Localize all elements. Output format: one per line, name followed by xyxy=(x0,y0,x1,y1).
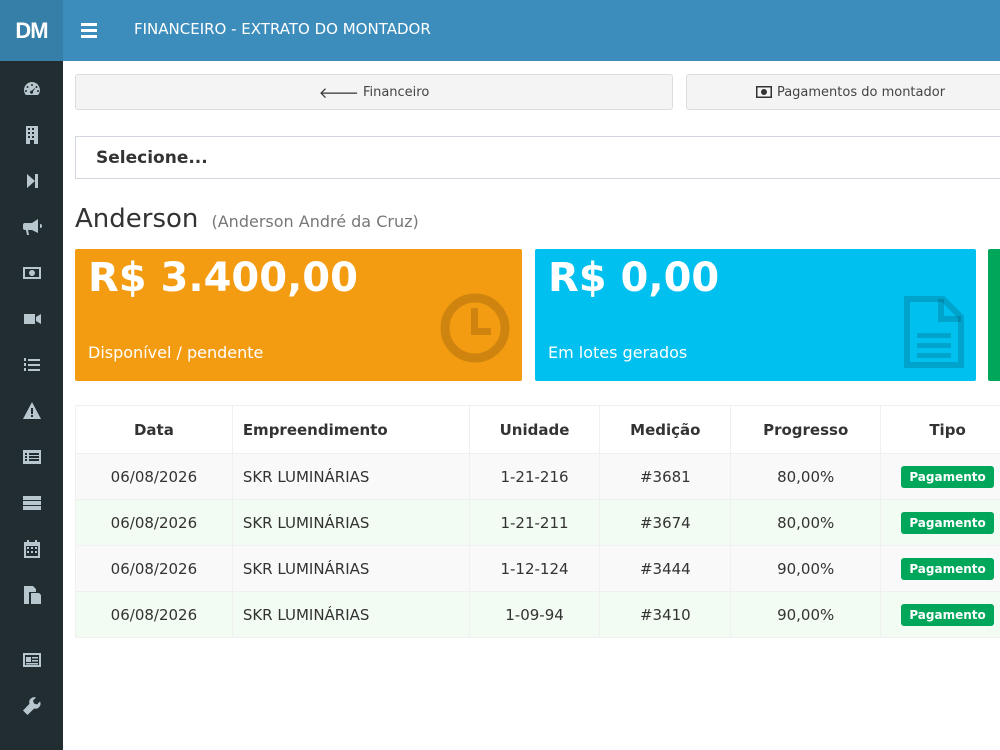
file-text-icon xyxy=(904,296,964,368)
montador-select[interactable]: Selecione... xyxy=(75,136,1000,179)
table-row: 06/08/2026 SKR LUMINÁRIAS 1-12-124 #3444… xyxy=(75,545,1000,592)
id-card-icon xyxy=(22,653,41,667)
sidebar-item-warning[interactable] xyxy=(0,388,63,434)
sidebar-item-list[interactable] xyxy=(0,342,63,388)
menu-toggle-icon[interactable] xyxy=(81,20,99,40)
app-logo[interactable]: DM xyxy=(0,0,63,61)
cell-unidade: 1-09-94 xyxy=(468,591,601,638)
step-forward-icon xyxy=(26,174,38,188)
cell-tipo: Pagamento xyxy=(880,545,1000,592)
batch-generated-box: R$ 0,00 Em lotes gerados xyxy=(535,249,976,381)
dashboard-icon xyxy=(23,82,40,95)
cell-unidade: 1-12-124 xyxy=(468,545,601,592)
profile-full-name: (Anderson André da Cruz) xyxy=(211,212,419,231)
sidebar-item-building[interactable] xyxy=(0,112,63,158)
cell-progresso: 80,00% xyxy=(730,499,882,546)
video-camera-icon xyxy=(23,314,41,324)
page-title: FINANCEIRO - EXTRATO DO MONTADOR xyxy=(134,20,431,38)
cell-tipo: Pagamento xyxy=(880,499,1000,546)
bullhorn-icon xyxy=(22,219,42,235)
table-row: 06/08/2026 SKR LUMINÁRIAS 1-21-216 #3681… xyxy=(75,453,1000,500)
cell-medicao: #3410 xyxy=(599,591,732,638)
payments-label: Pagamentos do montador xyxy=(776,84,946,100)
clock-icon xyxy=(440,293,510,363)
column-header-tipo[interactable]: Tipo xyxy=(880,405,1000,454)
cell-empreendimento: SKR LUMINÁRIAS xyxy=(231,545,470,592)
cell-medicao: #3444 xyxy=(599,545,732,592)
warning-icon xyxy=(22,402,41,419)
column-header-empreendimento[interactable]: Empreendimento xyxy=(231,405,470,454)
available-balance-box: R$ 3.400,00 Disponível / pendente xyxy=(75,249,522,381)
money-icon xyxy=(755,86,772,98)
list-alt-icon xyxy=(22,450,41,464)
sidebar xyxy=(0,61,63,750)
cell-medicao: #3674 xyxy=(599,499,732,546)
cell-tipo: Pagamento xyxy=(880,591,1000,638)
third-summary-box xyxy=(988,249,1000,381)
column-header-data[interactable]: Data xyxy=(75,405,233,454)
back-financeiro-label: Financeiro xyxy=(362,84,430,100)
sidebar-item-id-card[interactable] xyxy=(0,637,63,683)
profile-heading: Anderson (Anderson André da Cruz) xyxy=(75,204,419,234)
cell-empreendimento: SKR LUMINÁRIAS xyxy=(231,591,470,638)
sidebar-item-wrench[interactable] xyxy=(0,683,63,729)
copy-icon xyxy=(23,586,41,604)
cell-data: 06/08/2026 xyxy=(75,591,233,638)
table-row: 06/08/2026 SKR LUMINÁRIAS 1-21-211 #3674… xyxy=(75,499,1000,546)
cell-tipo: Pagamento xyxy=(880,453,1000,500)
cell-empreendimento: SKR LUMINÁRIAS xyxy=(231,499,470,546)
sidebar-item-video[interactable] xyxy=(0,296,63,342)
tipo-badge: Pagamento xyxy=(901,557,994,580)
tipo-badge: Pagamento xyxy=(901,511,994,534)
cell-progresso: 80,00% xyxy=(730,453,882,500)
back-financeiro-button[interactable]: 🡐 Financeiro xyxy=(75,74,673,110)
column-header-medicao[interactable]: Medição xyxy=(599,405,732,454)
batch-label: Em lotes gerados xyxy=(548,343,688,362)
building-icon xyxy=(25,126,38,144)
top-navbar: FINANCEIRO - EXTRATO DO MONTADOR xyxy=(63,0,1000,61)
available-amount: R$ 3.400,00 xyxy=(88,255,358,301)
list-ordered-icon xyxy=(23,358,40,371)
cell-data: 06/08/2026 xyxy=(75,499,233,546)
cell-progresso: 90,00% xyxy=(730,545,882,592)
cell-unidade: 1-21-211 xyxy=(468,499,601,546)
column-header-progresso[interactable]: Progresso xyxy=(730,405,882,454)
profile-name: Anderson xyxy=(75,204,199,234)
column-header-unidade[interactable]: Unidade xyxy=(468,405,601,454)
sidebar-item-server[interactable] xyxy=(0,480,63,526)
payments-button[interactable]: Pagamentos do montador xyxy=(686,74,1000,110)
sidebar-item-step-forward[interactable] xyxy=(0,158,63,204)
calendar-icon xyxy=(23,540,40,558)
sidebar-item-copy[interactable] xyxy=(0,572,63,618)
wrench-icon xyxy=(22,697,40,715)
extrato-table: Data Empreendimento Unidade Medição Prog… xyxy=(75,405,1000,638)
select-value: Selecione... xyxy=(96,147,208,168)
cell-empreendimento: SKR LUMINÁRIAS xyxy=(231,453,470,500)
sidebar-item-calendar[interactable] xyxy=(0,526,63,572)
cell-progresso: 90,00% xyxy=(730,591,882,638)
tipo-badge: Pagamento xyxy=(901,465,994,488)
sidebar-item-money[interactable] xyxy=(0,250,63,296)
cell-data: 06/08/2026 xyxy=(75,453,233,500)
cell-medicao: #3681 xyxy=(599,453,732,500)
cell-unidade: 1-21-216 xyxy=(468,453,601,500)
server-icon xyxy=(22,496,41,510)
money-icon xyxy=(22,267,41,279)
arrow-left-icon: 🡐 xyxy=(318,83,359,102)
table-header-row: Data Empreendimento Unidade Medição Prog… xyxy=(75,405,1000,454)
tipo-badge: Pagamento xyxy=(901,603,994,626)
sidebar-item-list-alt[interactable] xyxy=(0,434,63,480)
cell-data: 06/08/2026 xyxy=(75,545,233,592)
available-label: Disponível / pendente xyxy=(88,343,264,362)
table-row: 06/08/2026 SKR LUMINÁRIAS 1-09-94 #3410 … xyxy=(75,591,1000,638)
sidebar-item-dashboard[interactable] xyxy=(0,66,63,112)
sidebar-item-bullhorn[interactable] xyxy=(0,204,63,250)
batch-amount: R$ 0,00 xyxy=(548,255,720,301)
